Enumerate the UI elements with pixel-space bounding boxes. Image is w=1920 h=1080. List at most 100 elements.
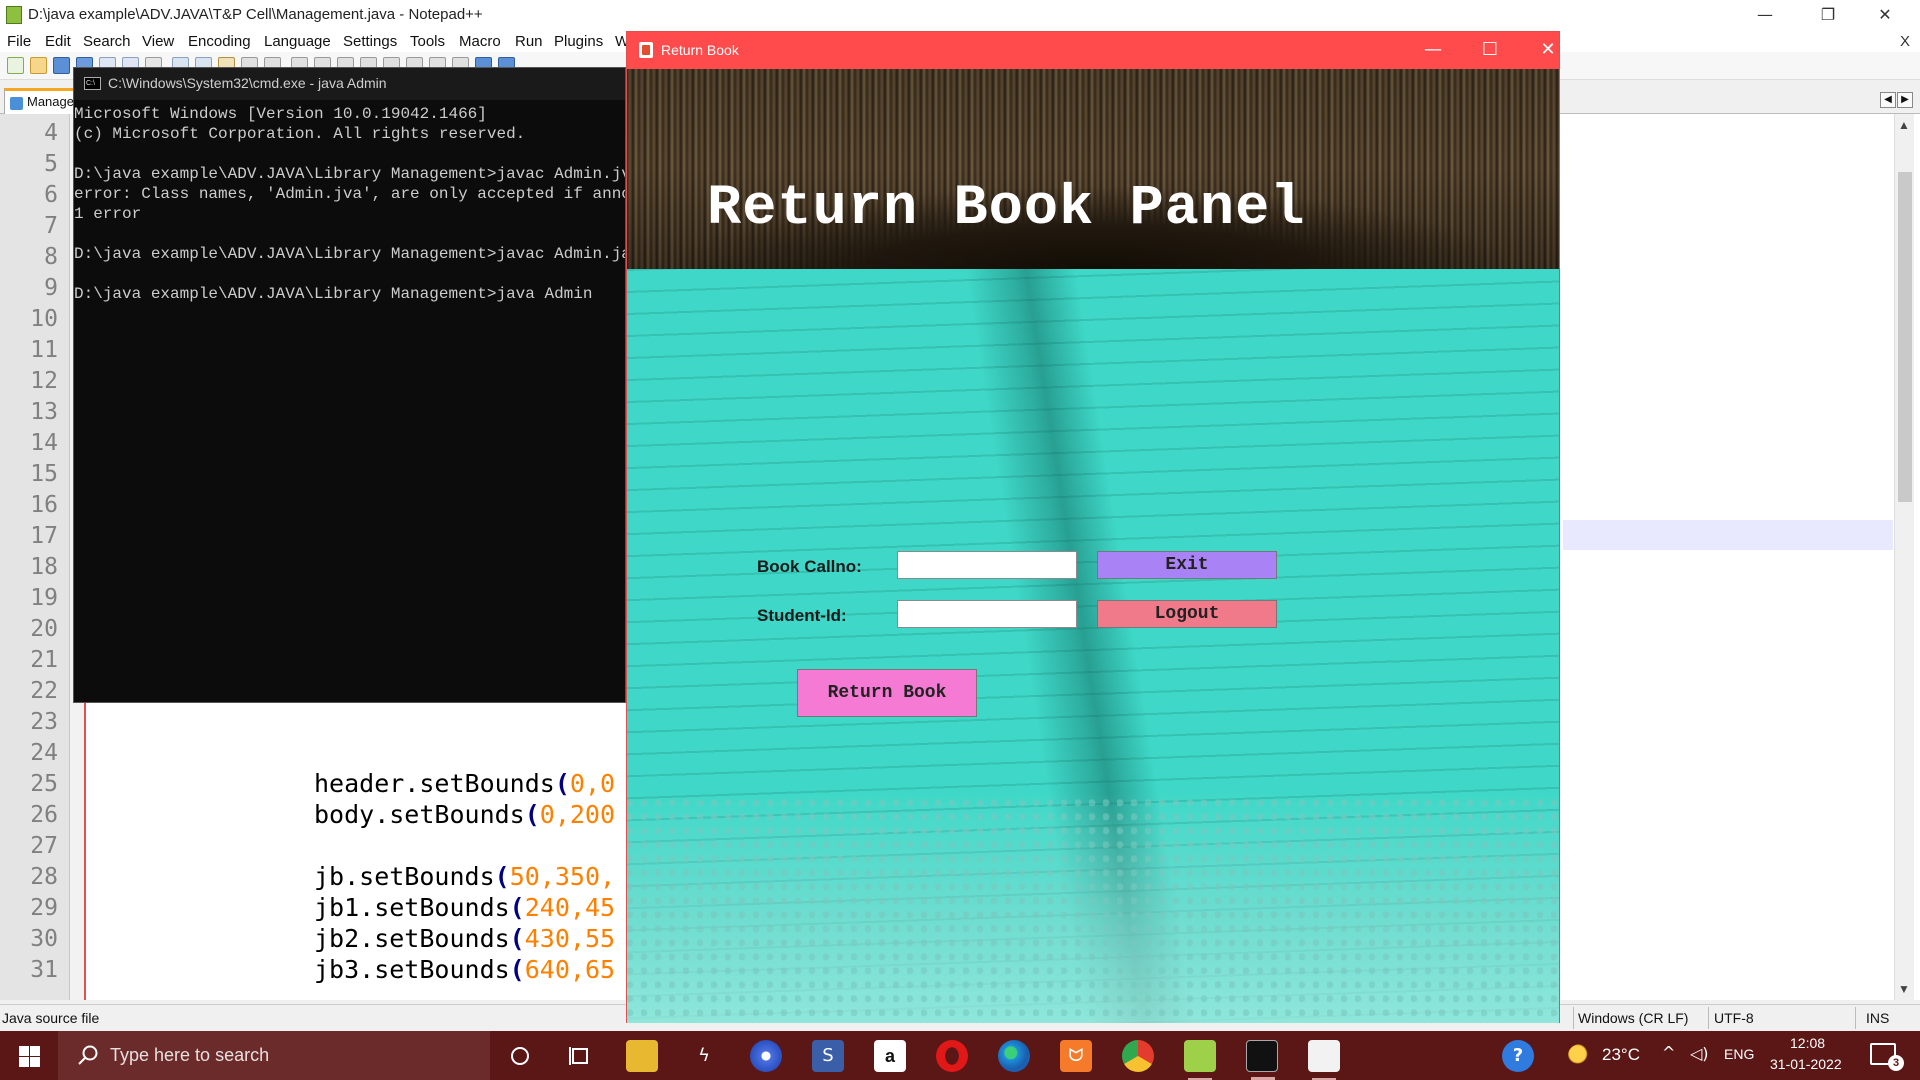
menu-file[interactable]: File [7, 33, 31, 50]
scroll-up-icon[interactable]: ▲ [1898, 118, 1910, 132]
clock-time[interactable]: 12:08 [1790, 1035, 1825, 1051]
status-encoding: UTF-8 [1714, 1010, 1754, 1026]
vertical-scrollbar[interactable]: ▲ ▼ [1894, 114, 1914, 1000]
line-number: 15 [30, 461, 58, 487]
chrome-canary-icon[interactable] [750, 1040, 782, 1072]
save-icon[interactable] [53, 57, 70, 74]
line-number: 17 [30, 523, 58, 549]
menu-edit[interactable]: Edit [45, 33, 71, 50]
command-prompt-taskbar-icon[interactable] [1246, 1040, 1278, 1080]
restore-button[interactable]: ❐ [1805, 2, 1851, 28]
open-file-icon[interactable] [30, 57, 47, 74]
menu-view[interactable]: View [142, 33, 174, 50]
tab-scroll-left-button[interactable]: ◀ [1880, 92, 1896, 108]
line-number: 21 [30, 647, 58, 673]
logout-button[interactable]: Logout [1097, 600, 1277, 628]
command-prompt-window[interactable]: C:\ C:\Windows\System32\cmd.exe - java A… [73, 67, 626, 703]
menu-macro[interactable]: Macro [459, 33, 501, 50]
scroll-down-icon[interactable]: ▼ [1898, 982, 1910, 996]
minimize-button[interactable]: — [1742, 2, 1788, 28]
file-explorer-icon[interactable] [626, 1040, 658, 1072]
line-number: 24 [30, 740, 58, 766]
menu-encoding[interactable]: Encoding [188, 33, 251, 50]
code-line: jb3.setBounds(640,65 [314, 955, 616, 984]
start-button[interactable] [0, 1031, 58, 1080]
code-line: jb1.setBounds(240,45 [314, 893, 616, 922]
line-number: 5 [44, 151, 58, 177]
line-number: 27 [30, 833, 58, 859]
return-book-titlebar: Return Book — ☐ ✕ [627, 32, 1559, 69]
menu-search[interactable]: Search [83, 33, 131, 50]
menu-language[interactable]: Language [264, 33, 331, 50]
console-line: D:\java example\ADV.JAVA\Library Managem… [74, 285, 593, 303]
sand-background [627, 793, 1559, 1023]
chrome-icon[interactable] [1122, 1040, 1154, 1072]
lightning-app-icon[interactable]: ϟ [688, 1040, 720, 1072]
new-file-icon[interactable] [7, 57, 24, 74]
edge-icon[interactable] [998, 1040, 1030, 1072]
line-number: 31 [30, 957, 58, 983]
return-book-button[interactable]: Return Book [797, 669, 977, 717]
code-line: body.setBounds(0,200 [314, 800, 616, 829]
opera-icon[interactable] [936, 1040, 968, 1072]
sublime-icon[interactable]: S [812, 1040, 844, 1072]
search-icon [78, 1045, 98, 1065]
weather-icon[interactable] [1568, 1044, 1592, 1066]
java-file-icon [10, 97, 23, 110]
status-eol: Windows (CR LF) [1578, 1010, 1689, 1026]
line-number: 18 [30, 554, 58, 580]
console-line: D:\java example\ADV.JAVA\Library Managem… [74, 165, 625, 183]
menu-plugins[interactable]: Plugins [554, 33, 603, 50]
student-id-label: Student-Id: [757, 606, 847, 625]
menu-run[interactable]: Run [515, 33, 543, 50]
status-file-type: Java source file [2, 1010, 100, 1026]
rb-minimize-button[interactable]: — [1410, 37, 1456, 63]
scrollbar-thumb[interactable] [1898, 172, 1912, 502]
show-hidden-icons-icon[interactable]: ^ [1662, 1043, 1675, 1062]
return-book-header: Return Book Panel [627, 69, 1559, 269]
volume-icon[interactable]: ◁) [1690, 1044, 1709, 1063]
tab-scroll-right-button[interactable]: ▶ [1897, 92, 1913, 108]
line-number: 7 [44, 213, 58, 239]
cmd-titlebar: C:\ C:\Windows\System32\cmd.exe - java A… [74, 68, 625, 100]
task-view-icon[interactable] [564, 1040, 596, 1072]
status-divider [1855, 1007, 1856, 1029]
rb-maximize-button[interactable]: ☐ [1467, 37, 1513, 63]
menu-tools[interactable]: Tools [410, 33, 445, 50]
search-placeholder: Type here to search [110, 1045, 270, 1065]
xampp-icon[interactable]: ᗢ [1060, 1040, 1092, 1072]
taskbar-search-box[interactable]: Type here to search [58, 1031, 490, 1080]
help-icon[interactable]: ? [1502, 1040, 1534, 1072]
notepad-app-icon [6, 6, 22, 24]
line-number: 12 [30, 368, 58, 394]
notification-count-badge: 3 [1888, 1055, 1904, 1071]
line-number: 10 [30, 306, 58, 332]
cortana-icon[interactable] [504, 1040, 536, 1072]
line-number: 26 [30, 802, 58, 828]
line-number-gutter: 4 5 6 7 8 9 10 11 12 13 14 15 16 17 18 1… [0, 114, 70, 1000]
close-document-button[interactable]: X [1900, 33, 1910, 50]
amazon-icon[interactable]: a [874, 1040, 906, 1072]
code-line: header.setBounds(0,0 [314, 769, 616, 798]
return-book-window: Return Book — ☐ ✕ Return Book Panel Book… [626, 31, 1560, 1023]
book-callno-input[interactable] [897, 551, 1077, 579]
temperature[interactable]: 23°C [1602, 1045, 1640, 1065]
java-taskbar-icon[interactable] [1308, 1040, 1340, 1080]
line-number: 20 [30, 616, 58, 642]
notepad-plus-plus-taskbar-icon[interactable] [1184, 1040, 1216, 1080]
current-line-highlight [1563, 520, 1893, 550]
rb-close-button[interactable]: ✕ [1525, 37, 1571, 63]
line-number: 6 [44, 182, 58, 208]
clock-date[interactable]: 31-01-2022 [1770, 1056, 1842, 1072]
console-line: Microsoft Windows [Version 10.0.19042.14… [74, 105, 487, 123]
status-divider [1573, 1007, 1574, 1029]
return-book-body: Book Callno: Exit Student-Id: Logout Ret… [627, 269, 1559, 1023]
cmd-console-output[interactable]: Microsoft Windows [Version 10.0.19042.14… [74, 105, 625, 695]
exit-button[interactable]: Exit [1097, 551, 1277, 579]
line-number: 13 [30, 399, 58, 425]
close-button[interactable]: ✕ [1862, 2, 1908, 28]
language-indicator[interactable]: ENG [1724, 1046, 1754, 1062]
line-number: 8 [44, 244, 58, 270]
menu-settings[interactable]: Settings [343, 33, 397, 50]
student-id-input[interactable] [897, 600, 1077, 628]
